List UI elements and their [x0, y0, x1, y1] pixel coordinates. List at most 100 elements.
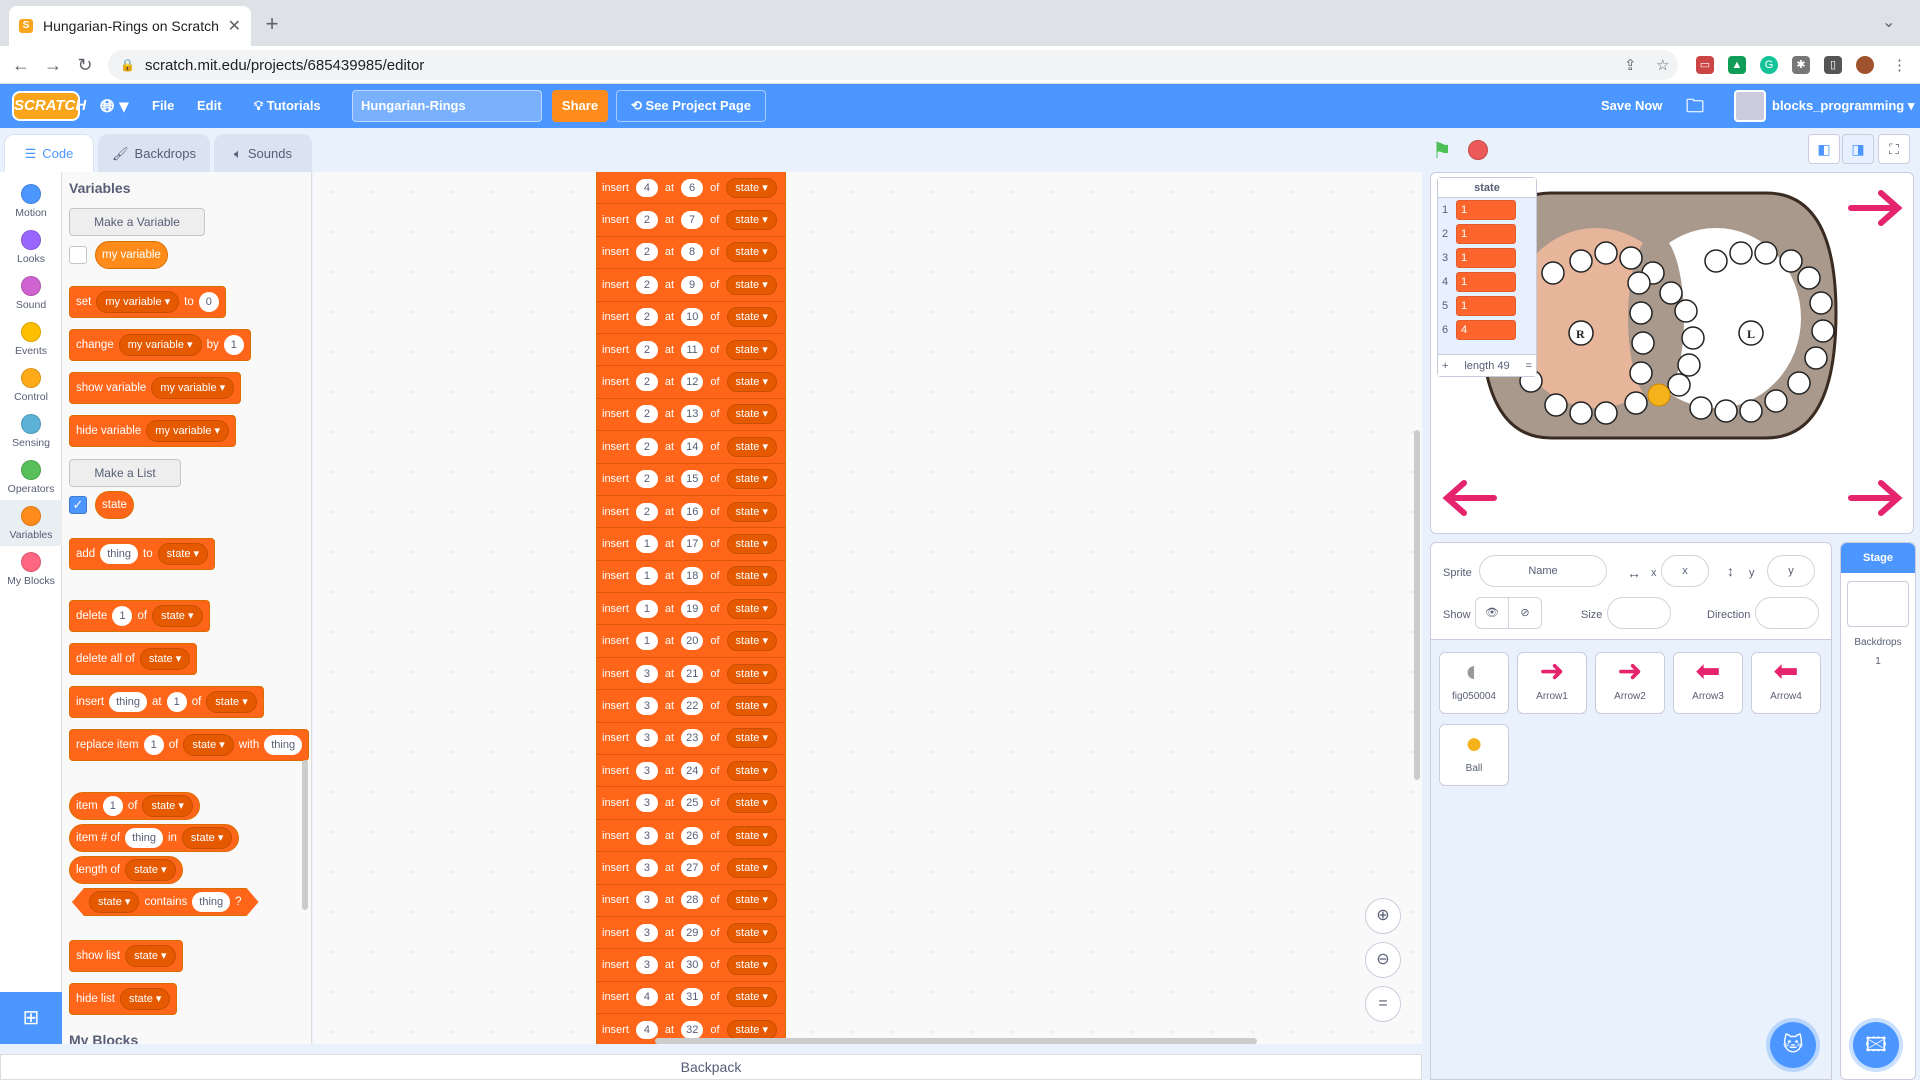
list-dropdown[interactable]: state ▾ — [726, 728, 777, 749]
value-input[interactable]: 1 — [112, 606, 133, 626]
list-dropdown[interactable]: state ▾ — [726, 469, 777, 490]
index-input[interactable]: 29 — [681, 923, 704, 942]
index-input[interactable]: 6 — [681, 178, 704, 197]
category-looks[interactable]: Looks — [0, 224, 62, 270]
insert-block[interactable]: insert 1 at 19 of state ▾ — [596, 593, 786, 626]
list-item[interactable]: 11 — [1438, 198, 1536, 222]
list-dropdown[interactable]: state ▾ — [726, 274, 777, 295]
value-input[interactable]: 2 — [635, 308, 658, 327]
insert-block[interactable]: insert 3 at 21 of state ▾ — [596, 657, 786, 691]
list-dropdown[interactable]: state ▾ — [726, 890, 777, 911]
category-operators[interactable]: Operators — [0, 454, 62, 500]
sprite-tile[interactable]: ⬅ Arrow3 — [1673, 652, 1743, 714]
list-item[interactable]: 64 — [1438, 318, 1536, 342]
state-list-monitor[interactable]: state 112131415164 + length 49 = — [1437, 177, 1537, 377]
save-now-button[interactable]: Save Now — [1601, 84, 1662, 128]
value-input[interactable]: 1 — [635, 632, 658, 651]
resize-handle[interactable]: = — [1526, 360, 1532, 372]
list-dropdown[interactable]: state ▾ — [726, 793, 777, 814]
index-input[interactable]: 30 — [681, 956, 704, 975]
index-input[interactable]: 32 — [681, 1020, 704, 1039]
list-dropdown[interactable]: state ▾ — [726, 663, 777, 684]
list-dropdown[interactable]: state ▾ — [726, 404, 777, 425]
list-value[interactable]: 1 — [1456, 272, 1516, 292]
insert-block[interactable]: insert 2 at 9 of state ▾ — [596, 269, 786, 302]
list-dropdown[interactable]: state ▾ — [726, 695, 777, 716]
small-stage-icon[interactable]: ◧ — [1808, 134, 1840, 164]
insert-block[interactable]: insert 2 at 16 of state ▾ — [596, 495, 786, 529]
list-dropdown[interactable]: state ▾ — [125, 945, 176, 967]
insert-block[interactable]: insert 2 at 12 of state ▾ — [596, 366, 786, 399]
fullscreen-icon[interactable]: ⛶ — [1878, 134, 1910, 164]
palette-scrollbar[interactable] — [302, 760, 308, 910]
list-dropdown[interactable]: state ▾ — [726, 307, 777, 328]
add-item-button[interactable]: + — [1442, 360, 1448, 372]
list-dropdown[interactable]: state ▾ — [726, 857, 777, 878]
category-events[interactable]: Events — [0, 316, 62, 362]
delete-all-block[interactable]: delete all of state ▾ — [69, 643, 198, 675]
value-input[interactable]: 2 — [635, 502, 658, 521]
list-dropdown[interactable]: state ▾ — [726, 760, 777, 781]
hide-list-block[interactable]: hide list state ▾ — [69, 983, 178, 1015]
list-value[interactable]: 4 — [1456, 320, 1516, 340]
value-input[interactable]: 2 — [635, 405, 658, 424]
show-list-block[interactable]: show list state ▾ — [69, 940, 183, 972]
list-dropdown[interactable]: state ▾ — [125, 859, 176, 881]
category-control[interactable]: Control — [0, 362, 62, 408]
category-variables[interactable]: Variables — [0, 500, 62, 546]
backpack-bar[interactable]: Backpack — [0, 1054, 1422, 1080]
list-dropdown[interactable]: state ▾ — [726, 566, 777, 587]
variable-dropdown[interactable]: my variable ▾ — [118, 334, 202, 356]
language-globe-icon[interactable]: 🌐︎ ▾ — [100, 84, 128, 128]
reset-zoom-icon[interactable]: = — [1365, 986, 1401, 1022]
index-input[interactable]: 1 — [143, 735, 164, 755]
index-input[interactable]: 9 — [681, 275, 704, 294]
index-input[interactable]: 12 — [681, 373, 704, 392]
value-input[interactable]: 3 — [635, 761, 658, 780]
insert-block[interactable]: insert 4 at 6 of state ▾ — [596, 172, 786, 205]
value-input[interactable]: 2 — [635, 211, 658, 230]
list-dropdown[interactable]: state ▾ — [157, 543, 209, 565]
list-dropdown[interactable]: state ▾ — [726, 955, 777, 976]
reload-icon[interactable]: ↻ — [70, 50, 100, 80]
value-input[interactable]: 4 — [635, 1020, 658, 1039]
value-input[interactable]: 1 — [223, 335, 244, 355]
show-variable-block[interactable]: show variable my variable ▾ — [69, 372, 242, 404]
index-input[interactable]: 24 — [681, 761, 704, 780]
browser-tab[interactable]: S Hungarian-Rings on Scratch ✕ — [9, 6, 251, 46]
index-input[interactable]: 27 — [681, 858, 704, 877]
sprite-tile[interactable]: ◐ fig050004 — [1439, 652, 1509, 714]
value-input[interactable]: 3 — [635, 858, 658, 877]
hide-visible-icon[interactable]: ⊘ — [1508, 597, 1542, 629]
state-list-checkbox[interactable]: ✓ — [69, 496, 87, 514]
make-variable-button[interactable]: Make a Variable — [69, 208, 205, 236]
insert-block[interactable]: insert 2 at 8 of state ▾ — [596, 236, 786, 270]
sprite-tile[interactable]: ● Ball — [1439, 724, 1509, 786]
add-backdrop-icon[interactable]: 🖾︎ — [1853, 1022, 1899, 1068]
value-input[interactable]: 4 — [635, 988, 658, 1007]
grammarly-extension-icon[interactable]: G — [1760, 56, 1778, 74]
value-input[interactable]: 3 — [635, 891, 658, 910]
value-input[interactable]: 1 — [635, 567, 658, 586]
list-item[interactable]: 51 — [1438, 294, 1536, 318]
value-input[interactable]: 2 — [635, 340, 658, 359]
scratch-logo[interactable]: SCRATCH — [12, 91, 86, 121]
index-input[interactable]: 31 — [681, 988, 704, 1007]
insert-block[interactable]: insert 3 at 22 of state ▾ — [596, 690, 786, 723]
normal-stage-icon[interactable]: ◨ — [1842, 134, 1874, 164]
value-input[interactable]: 1 — [635, 534, 658, 553]
replace-item-block[interactable]: replace item 1 of state ▾ with thing — [69, 729, 310, 761]
my-stuff-folder-icon[interactable]: 🗀︎ — [1686, 84, 1704, 128]
index-input[interactable]: 8 — [681, 243, 704, 262]
change-variable-block[interactable]: change my variable ▾ by 1 — [69, 329, 251, 361]
list-dropdown[interactable]: state ▾ — [181, 827, 233, 849]
list-dropdown[interactable]: state ▾ — [726, 242, 777, 263]
item-number-reporter[interactable]: item # of thing in state ▾ — [69, 824, 240, 852]
bookmark-star-icon[interactable]: ☆ — [1656, 56, 1669, 74]
stage-canvas[interactable]: R L state 112131415164 + length 49 = — [1430, 172, 1914, 534]
list-dropdown[interactable]: state ▾ — [120, 988, 171, 1010]
list-dropdown[interactable]: state ▾ — [726, 372, 777, 393]
index-input[interactable]: 23 — [681, 729, 704, 748]
list-value[interactable]: 1 — [1456, 296, 1516, 316]
sprite-tile[interactable]: ➜ Arrow1 — [1517, 652, 1587, 714]
